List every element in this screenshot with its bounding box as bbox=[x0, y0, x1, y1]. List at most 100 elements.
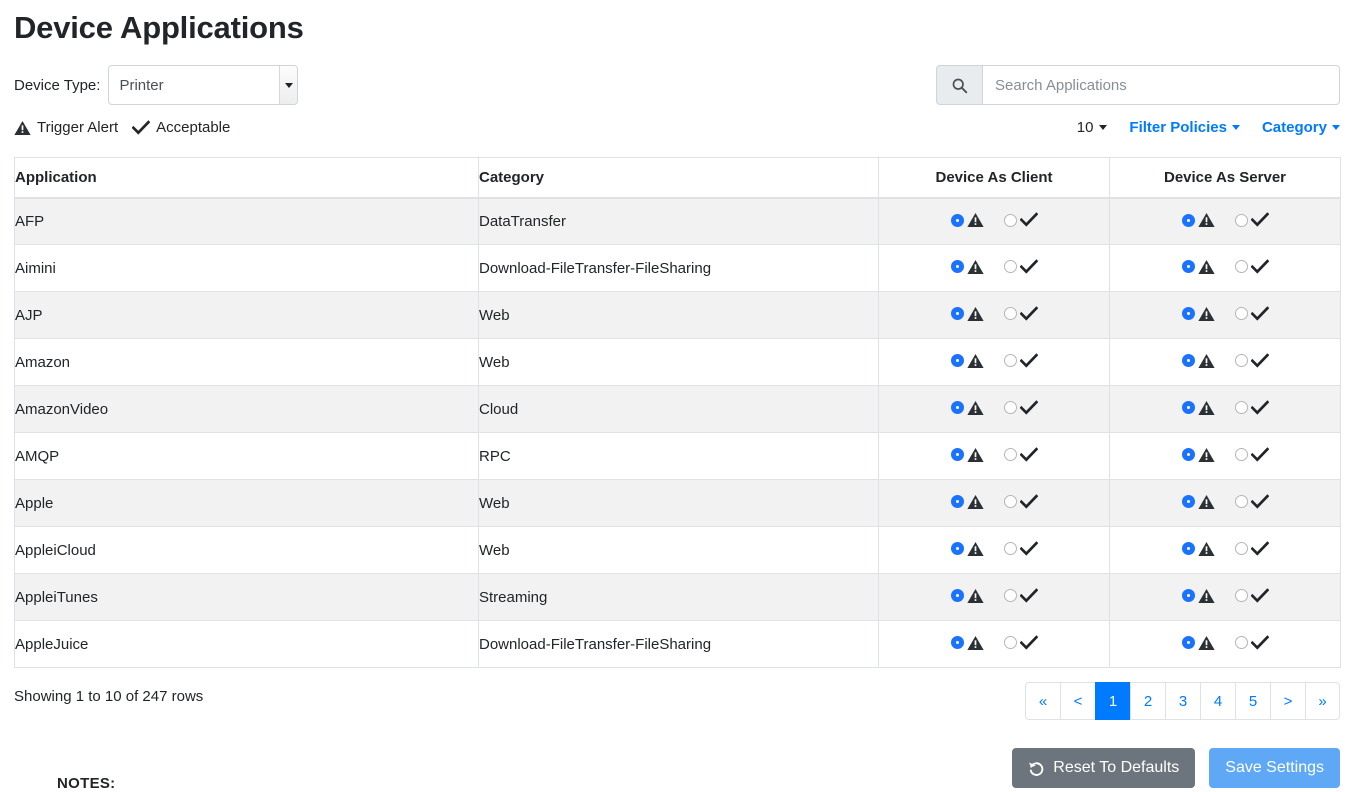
radio-server-acceptable[interactable] bbox=[1234, 542, 1248, 556]
reset-to-defaults-button[interactable]: Reset To Defaults bbox=[1012, 748, 1196, 788]
pagination-page-2[interactable]: 2 bbox=[1130, 682, 1165, 720]
radio-server-trigger-alert[interactable] bbox=[1181, 260, 1195, 274]
choice-client-trigger-alert[interactable] bbox=[950, 635, 984, 651]
radio-server-trigger-alert[interactable] bbox=[1181, 495, 1195, 509]
choice-server-acceptable[interactable] bbox=[1234, 588, 1269, 604]
radio-client-trigger-alert[interactable] bbox=[950, 448, 964, 462]
choice-client-trigger-alert[interactable] bbox=[950, 400, 984, 416]
radio-server-trigger-alert[interactable] bbox=[1181, 307, 1195, 321]
pagination-page-3[interactable]: 3 bbox=[1165, 682, 1200, 720]
radio-client-trigger-alert[interactable] bbox=[950, 260, 964, 274]
choice-client-trigger-alert[interactable] bbox=[950, 259, 984, 275]
radio-client-acceptable[interactable] bbox=[1003, 448, 1017, 462]
pagination-page-4[interactable]: 4 bbox=[1200, 682, 1235, 720]
filter-policies-dropdown[interactable]: Filter Policies bbox=[1129, 119, 1240, 136]
choice-client-acceptable[interactable] bbox=[1003, 306, 1038, 322]
choice-server-acceptable[interactable] bbox=[1234, 494, 1269, 510]
choice-client-acceptable[interactable] bbox=[1003, 588, 1038, 604]
choice-server-acceptable[interactable] bbox=[1234, 541, 1269, 557]
radio-server-acceptable[interactable] bbox=[1234, 636, 1248, 650]
radio-server-acceptable[interactable] bbox=[1234, 495, 1248, 509]
pagination-page-5[interactable]: 5 bbox=[1235, 682, 1270, 720]
category-dropdown[interactable]: Category bbox=[1262, 119, 1340, 136]
choice-client-acceptable[interactable] bbox=[1003, 259, 1038, 275]
page-size-dropdown[interactable]: 10 bbox=[1077, 119, 1108, 136]
choice-server-trigger-alert[interactable] bbox=[1181, 306, 1215, 322]
chevron-down-icon[interactable] bbox=[279, 66, 298, 104]
choice-server-trigger-alert[interactable] bbox=[1181, 494, 1215, 510]
radio-client-trigger-alert[interactable] bbox=[950, 636, 964, 650]
choice-server-trigger-alert[interactable] bbox=[1181, 212, 1215, 228]
pagination-last[interactable]: » bbox=[1305, 682, 1340, 720]
choice-server-trigger-alert[interactable] bbox=[1181, 635, 1215, 651]
save-settings-button[interactable]: Save Settings bbox=[1209, 748, 1340, 788]
radio-client-acceptable[interactable] bbox=[1003, 354, 1017, 368]
radio-server-trigger-alert[interactable] bbox=[1181, 589, 1195, 603]
choice-client-acceptable[interactable] bbox=[1003, 635, 1038, 651]
radio-client-trigger-alert[interactable] bbox=[950, 401, 964, 415]
radio-server-trigger-alert[interactable] bbox=[1181, 401, 1195, 415]
radio-client-trigger-alert[interactable] bbox=[950, 354, 964, 368]
pagination-next[interactable]: > bbox=[1270, 682, 1305, 720]
choice-server-trigger-alert[interactable] bbox=[1181, 400, 1215, 416]
radio-client-acceptable[interactable] bbox=[1003, 542, 1017, 556]
radio-server-acceptable[interactable] bbox=[1234, 260, 1248, 274]
column-header-application[interactable]: Application bbox=[14, 157, 479, 199]
radio-client-acceptable[interactable] bbox=[1003, 307, 1017, 321]
choice-server-trigger-alert[interactable] bbox=[1181, 588, 1215, 604]
radio-client-acceptable[interactable] bbox=[1003, 260, 1017, 274]
choice-client-acceptable[interactable] bbox=[1003, 541, 1038, 557]
choice-server-acceptable[interactable] bbox=[1234, 400, 1269, 416]
choice-server-trigger-alert[interactable] bbox=[1181, 353, 1215, 369]
radio-server-trigger-alert[interactable] bbox=[1181, 354, 1195, 368]
choice-client-acceptable[interactable] bbox=[1003, 400, 1038, 416]
radio-server-acceptable[interactable] bbox=[1234, 589, 1248, 603]
radio-client-trigger-alert[interactable] bbox=[950, 589, 964, 603]
choice-server-acceptable[interactable] bbox=[1234, 635, 1269, 651]
radio-server-trigger-alert[interactable] bbox=[1181, 448, 1195, 462]
choice-client-acceptable[interactable] bbox=[1003, 212, 1038, 228]
choice-client-trigger-alert[interactable] bbox=[950, 588, 984, 604]
choice-client-trigger-alert[interactable] bbox=[950, 447, 984, 463]
choice-server-acceptable[interactable] bbox=[1234, 259, 1269, 275]
choice-server-acceptable[interactable] bbox=[1234, 447, 1269, 463]
choice-server-trigger-alert[interactable] bbox=[1181, 259, 1215, 275]
choice-client-acceptable[interactable] bbox=[1003, 494, 1038, 510]
choice-client-trigger-alert[interactable] bbox=[950, 541, 984, 557]
choice-client-acceptable[interactable] bbox=[1003, 447, 1038, 463]
radio-server-acceptable[interactable] bbox=[1234, 354, 1248, 368]
column-header-category[interactable]: Category bbox=[478, 157, 879, 199]
radio-server-acceptable[interactable] bbox=[1234, 213, 1248, 227]
radio-server-acceptable[interactable] bbox=[1234, 401, 1248, 415]
radio-client-acceptable[interactable] bbox=[1003, 213, 1017, 227]
column-header-device-as-client[interactable]: Device As Client bbox=[878, 157, 1110, 199]
radio-client-trigger-alert[interactable] bbox=[950, 542, 964, 556]
radio-client-acceptable[interactable] bbox=[1003, 636, 1017, 650]
choice-client-trigger-alert[interactable] bbox=[950, 494, 984, 510]
choice-server-trigger-alert[interactable] bbox=[1181, 447, 1215, 463]
search-icon[interactable] bbox=[936, 65, 982, 105]
device-type-select[interactable]: Printer bbox=[108, 65, 299, 105]
choice-client-trigger-alert[interactable] bbox=[950, 212, 984, 228]
radio-server-trigger-alert[interactable] bbox=[1181, 636, 1195, 650]
radio-client-trigger-alert[interactable] bbox=[950, 307, 964, 321]
radio-client-acceptable[interactable] bbox=[1003, 401, 1017, 415]
choice-server-acceptable[interactable] bbox=[1234, 212, 1269, 228]
radio-server-trigger-alert[interactable] bbox=[1181, 542, 1195, 556]
pagination-first[interactable]: « bbox=[1025, 682, 1060, 720]
radio-client-trigger-alert[interactable] bbox=[950, 213, 964, 227]
radio-client-trigger-alert[interactable] bbox=[950, 495, 964, 509]
column-header-device-as-server[interactable]: Device As Server bbox=[1109, 157, 1341, 199]
radio-server-acceptable[interactable] bbox=[1234, 307, 1248, 321]
pagination-page-1[interactable]: 1 bbox=[1095, 682, 1130, 720]
choice-server-acceptable[interactable] bbox=[1234, 306, 1269, 322]
radio-server-acceptable[interactable] bbox=[1234, 448, 1248, 462]
radio-client-acceptable[interactable] bbox=[1003, 589, 1017, 603]
radio-server-trigger-alert[interactable] bbox=[1181, 213, 1195, 227]
choice-client-trigger-alert[interactable] bbox=[950, 353, 984, 369]
pagination-prev[interactable]: < bbox=[1060, 682, 1095, 720]
choice-server-trigger-alert[interactable] bbox=[1181, 541, 1215, 557]
search-input[interactable] bbox=[982, 65, 1340, 105]
choice-server-acceptable[interactable] bbox=[1234, 353, 1269, 369]
choice-client-trigger-alert[interactable] bbox=[950, 306, 984, 322]
